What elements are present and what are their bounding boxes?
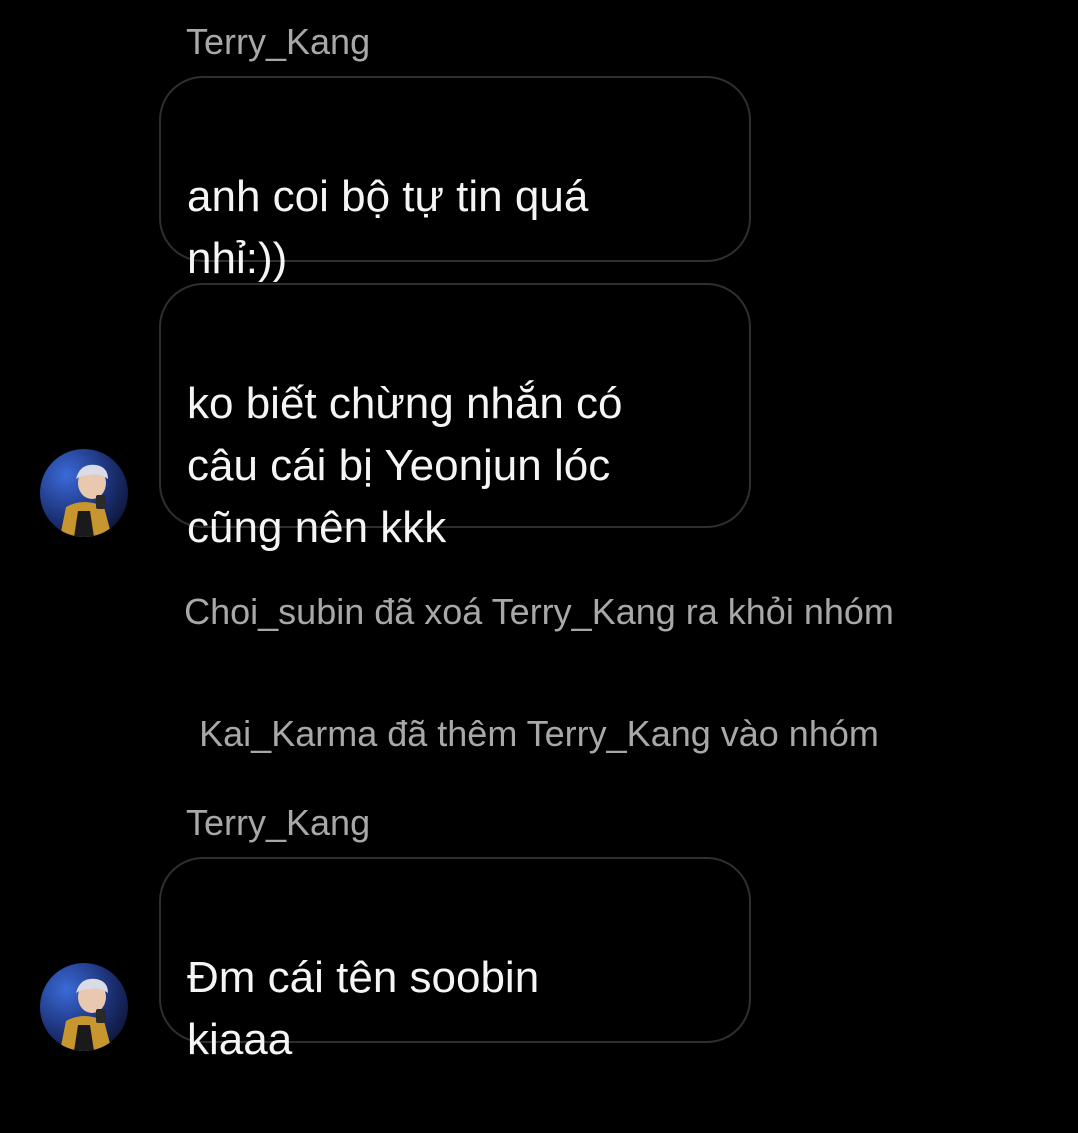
avatar[interactable] <box>40 449 128 537</box>
avatar-photo-icon <box>40 449 128 537</box>
message-text: Đm cái tên soobin kiaaa <box>187 953 540 1064</box>
message-bubble[interactable]: Đm cái tên soobin kiaaa <box>159 857 751 1064</box>
message-bubble[interactable]: ko biết chừng nhắn có câu cái bị Yeonjun… <box>159 283 751 552</box>
sender-name[interactable]: Terry_Kang <box>186 803 370 843</box>
avatar-photo-icon <box>40 963 128 1051</box>
message-text: ko biết chừng nhắn có câu cái bị Yeonjun… <box>187 379 623 552</box>
message-bubble[interactable]: anh coi bộ tự tin quá nhỉ:)) <box>159 76 751 283</box>
sender-name[interactable]: Terry_Kang <box>186 22 370 62</box>
system-event: Kai_Karma đã thêm Terry_Kang vào nhóm <box>199 713 879 754</box>
system-event: Choi_subin đã xoá Terry_Kang ra khỏi nhó… <box>184 591 894 632</box>
avatar[interactable] <box>40 963 128 1051</box>
message-text: anh coi bộ tự tin quá nhỉ:)) <box>187 172 589 283</box>
